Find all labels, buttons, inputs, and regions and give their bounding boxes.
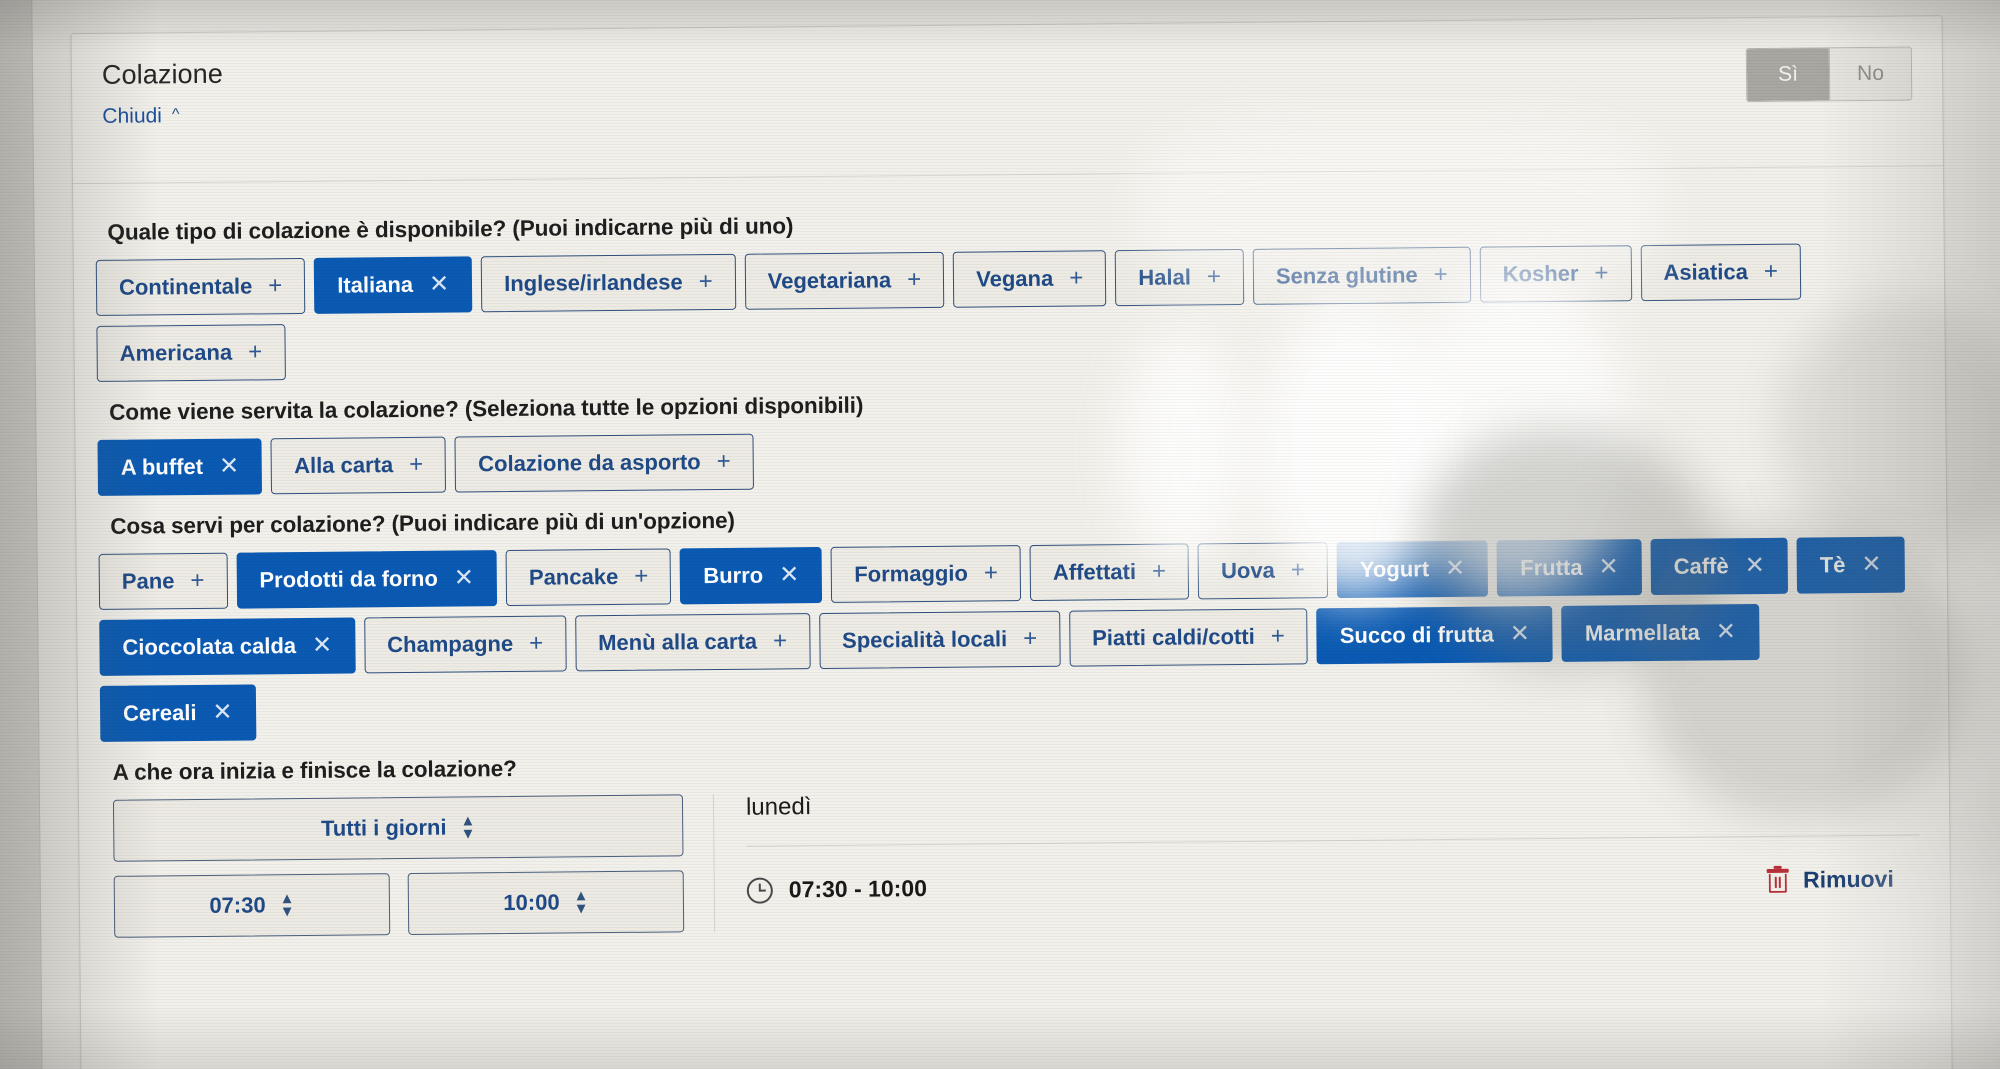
photographed-screen: Prezzo dei pasti Colazione Chiudi ^ Sì N… — [0, 0, 2000, 1069]
photo-vignette — [0, 0, 2000, 1069]
